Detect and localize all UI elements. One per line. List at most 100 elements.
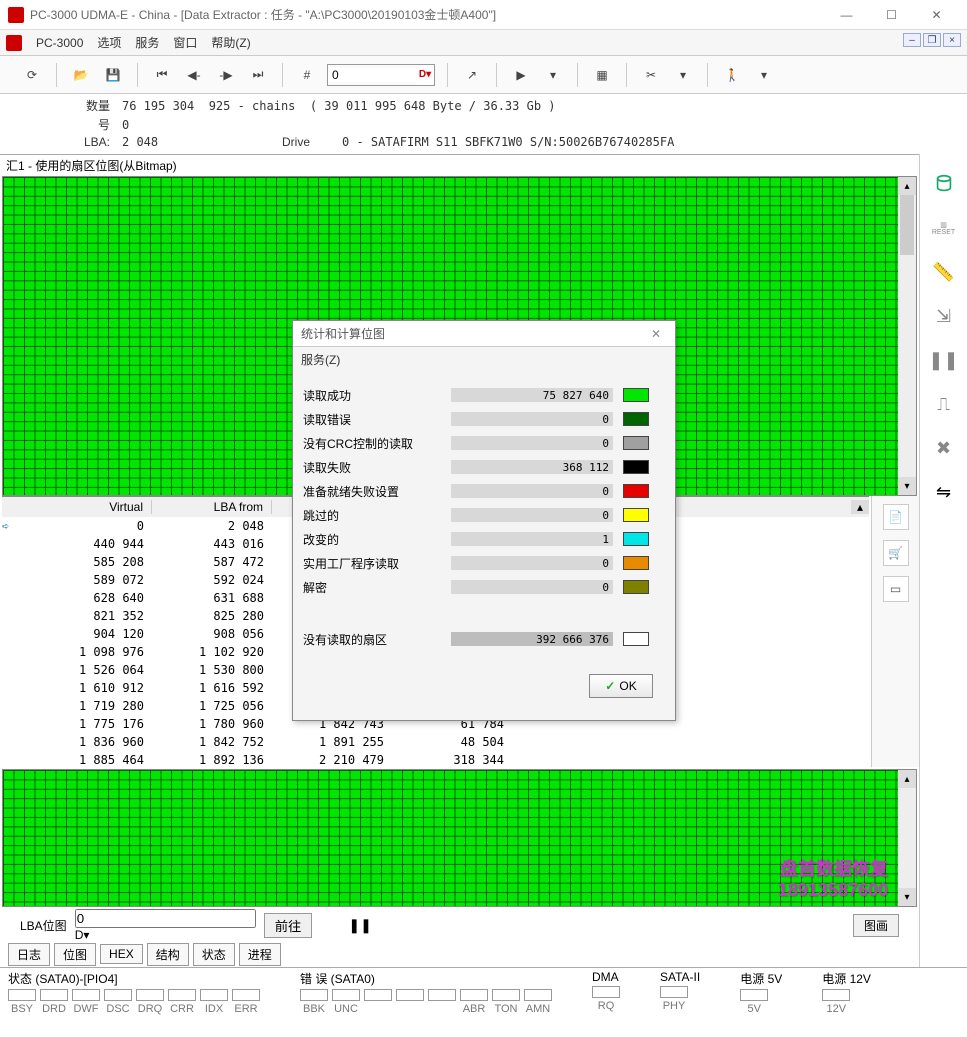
side-toggle-icon[interactable]: ⇋	[930, 478, 958, 506]
stat-color-swatch	[623, 508, 649, 522]
mdi-minimize[interactable]: –	[903, 33, 921, 47]
lba-control-bar: LBA位图 D▾ 前往 ❚❚ 图画	[0, 909, 919, 941]
status-group: SATA-IIPHY	[660, 970, 700, 1015]
bitmap-area-bottom[interactable]: ▴ ▾ 盘首数据恢复 18913587600	[2, 769, 917, 907]
table-row[interactable]: 1 836 9601 842 7521 891 25548 504	[2, 733, 869, 751]
maximize-button[interactable]: ☐	[869, 0, 914, 30]
btn-export-icon[interactable]: ↗	[460, 63, 484, 87]
btn-grid-icon[interactable]: #	[295, 63, 319, 87]
map-button[interactable]: 图画	[853, 914, 899, 937]
scroll-up-icon[interactable]: ▴	[898, 770, 916, 788]
tab-process[interactable]: 进程	[239, 943, 281, 966]
status-bar: 状态 (SATA0)-[PIO4]BSYDRDDWFDSCDRQCRRIDXER…	[0, 967, 967, 1023]
lba-downarrow-icon[interactable]: D▾	[75, 928, 256, 942]
lba-field[interactable]: D▾	[75, 909, 256, 942]
btn-next-icon[interactable]: -▶	[214, 63, 238, 87]
info-panel: 数量 76 195 304 925 - chains ( 39 011 995 …	[0, 94, 967, 154]
stat-color-swatch	[623, 412, 649, 426]
btn-tools-icon[interactable]: ✂	[639, 63, 663, 87]
side-page-icon[interactable]: ▭	[883, 576, 909, 602]
stat-color-swatch	[623, 388, 649, 402]
mdi-restore[interactable]: ❐	[923, 33, 941, 47]
col-lbafrom[interactable]: LBA from	[152, 500, 272, 514]
dialog-titlebar[interactable]: 统计和计算位图 ✕	[293, 321, 675, 347]
btn-save-icon[interactable]: 💾	[101, 63, 125, 87]
downarrow-icon[interactable]: D▾	[416, 65, 434, 85]
tab-hex[interactable]: HEX	[100, 944, 143, 964]
dialog-menu[interactable]: 服务(Z)	[293, 347, 675, 372]
tab-status[interactable]: 状态	[193, 943, 235, 966]
btn-open-icon[interactable]: 📂	[69, 63, 93, 87]
side-db-icon[interactable]	[930, 170, 958, 198]
minimize-button[interactable]: —	[824, 0, 869, 30]
side-measure-icon[interactable]: ⇲	[930, 302, 958, 330]
stat-bar: 0	[451, 436, 613, 450]
status-indicator: BBK	[300, 989, 328, 1015]
side-reset-icon[interactable]: ▥RESET	[930, 214, 958, 242]
btn-last-icon[interactable]: ⏭	[246, 63, 270, 87]
status-indicator: ABR	[460, 989, 488, 1015]
toolbar-number-field[interactable]: D▾	[327, 64, 435, 86]
bottom-scrollbar[interactable]: ▴ ▾	[898, 770, 916, 906]
side-xfile-icon[interactable]: ✖	[930, 434, 958, 462]
scroll-down-icon[interactable]: ▾	[898, 477, 916, 495]
side-pause-icon[interactable]: ❚❚	[930, 346, 958, 374]
menu-app[interactable]: PC-3000	[36, 36, 83, 50]
stat-bar: 0	[451, 580, 613, 594]
status-indicator: IDX	[200, 989, 228, 1015]
btn-prev-icon[interactable]: ◀-	[182, 63, 206, 87]
scroll-thumb[interactable]	[900, 195, 914, 255]
btn-first-icon[interactable]: ⏮	[150, 63, 174, 87]
lba-input[interactable]	[75, 909, 256, 928]
goto-button[interactable]: 前往	[264, 913, 313, 938]
stat-bar: 0	[451, 412, 613, 426]
stat-color-swatch	[623, 460, 649, 474]
toolbar: ⟳ 📂 💾 ⏮ ◀- -▶ ⏭ # D▾ ↗ ▶ ▾ ▦ ✂ ▾ 🚶 ▾	[0, 56, 967, 94]
btn-tools-dropdown-icon[interactable]: ▾	[671, 63, 695, 87]
side-cart-icon[interactable]: 🛒	[883, 540, 909, 566]
tab-structure[interactable]: 结构	[147, 943, 189, 966]
bitmap-scrollbar[interactable]: ▴ ▾	[898, 177, 916, 495]
table-row[interactable]: 1 885 4641 892 1362 210 479318 344	[2, 751, 869, 767]
status-indicator: TON	[492, 989, 520, 1015]
table-scroll-up-icon[interactable]: ▴	[851, 500, 869, 514]
btn-refresh-icon[interactable]: ⟳	[20, 63, 44, 87]
stat-row: 没有CRC控制的读取0	[303, 434, 665, 452]
toolbar-number-input[interactable]	[328, 68, 416, 82]
menu-help[interactable]: 帮助(Z)	[211, 34, 250, 51]
btn-play-icon[interactable]: ▶	[509, 63, 533, 87]
stat-row: 改变的1	[303, 530, 665, 548]
stat-row: 实用工厂程序读取0	[303, 554, 665, 572]
btn-matrix-icon[interactable]: ▦	[590, 63, 614, 87]
dialog-close-icon[interactable]: ✕	[645, 327, 667, 341]
status-indicator	[364, 989, 392, 1015]
btn-exit-icon[interactable]: 🚶	[720, 63, 744, 87]
scroll-down-icon[interactable]: ▾	[898, 888, 916, 906]
tab-log[interactable]: 日志	[8, 943, 50, 966]
lba-value: 2 048	[122, 135, 282, 149]
menu-services[interactable]: 服务	[135, 34, 159, 51]
tab-bitmap[interactable]: 位图	[54, 943, 96, 966]
menu-bar: PC-3000 选项 服务 窗口 帮助(Z) – ❐ ×	[0, 30, 967, 56]
menu-options[interactable]: 选项	[97, 34, 121, 51]
status-indicator: DRD	[40, 989, 68, 1015]
dialog-ok-button[interactable]: ✓ OK	[589, 674, 653, 698]
table-side-tools: 📄 🛒 ▭	[871, 496, 919, 767]
dialog-title: 统计和计算位图	[301, 325, 385, 342]
stat-bar: 1	[451, 532, 613, 546]
status-group: 电源 12V12V	[822, 970, 871, 1015]
btn-exit-dropdown-icon[interactable]: ▾	[752, 63, 776, 87]
close-button[interactable]: ✕	[914, 0, 959, 30]
mdi-close[interactable]: ×	[943, 33, 961, 47]
menu-window[interactable]: 窗口	[173, 34, 197, 51]
watermark: 盘首数据恢复 18913587600	[778, 859, 888, 902]
side-ruler-icon[interactable]: 📏	[930, 258, 958, 286]
side-chip-icon[interactable]: ⎍	[930, 390, 958, 418]
stats-dialog: 统计和计算位图 ✕ 服务(Z) 读取成功75 827 640读取错误0没有CRC…	[292, 320, 676, 721]
col-virtual[interactable]: Virtual	[2, 500, 152, 514]
side-document-icon[interactable]: 📄	[883, 504, 909, 530]
app-icon	[8, 7, 24, 23]
pause-icon[interactable]: ❚❚	[348, 917, 371, 934]
btn-play-dropdown-icon[interactable]: ▾	[541, 63, 565, 87]
scroll-up-icon[interactable]: ▴	[898, 177, 916, 195]
